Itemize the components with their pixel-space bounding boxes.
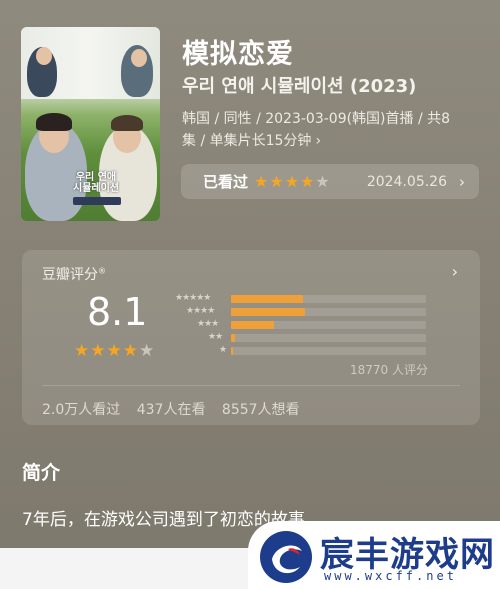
watermark-logo-icon [260,531,312,583]
star-filled-icon: ★ [90,341,106,361]
star-filled-icon: ★ [74,341,90,361]
rating-bar-fill [231,321,274,329]
rating-bar-track [231,334,426,342]
movie-meta[interactable]: 韩国 / 同性 / 2023-03-09(韩国)首播 / 共8 集 / 单集片长… [182,108,482,152]
movie-title: 模拟恋爱 [182,39,294,70]
rating-count: 18770 人评分 [350,363,428,377]
stat-watching[interactable]: 437人在看 [137,402,206,418]
star-filled-icon: ★ [284,171,300,191]
movie-original-title: 우리 연애 시뮬레이션 (2023) [182,76,417,97]
meta-line-2: 集 / 单集片长15分钟 [182,133,312,149]
rating-bar-track [231,308,426,316]
intro-heading: 简介 [22,462,61,484]
star-filled-icon: ★ [300,171,315,191]
watermark: 宸丰游戏网 www.wxcff.net [248,521,500,589]
my-rating-bar[interactable]: 已看过 ★ ★ ★ ★ ★ 2024.05.26 › [181,164,479,199]
rating-bar-fill [231,334,235,342]
rating-bar-fill [231,295,304,303]
star-empty-icon: ★ [139,341,155,361]
rating-bar-fill [231,347,233,355]
rating-bar-track [231,295,426,303]
poster-face [131,49,147,67]
rating-card-title: 豆瓣评分® [42,266,106,283]
star-empty-icon: ★ [315,171,330,191]
rating-bar-fill [231,308,306,316]
stat-want-to-watch[interactable]: 8557人想看 [222,402,300,418]
star-filled-icon: ★ [254,171,269,191]
poster-hair [111,115,143,131]
rating-bar-label: ★★★★★ [175,293,211,303]
rating-bar-track [231,321,426,329]
poster-face [36,47,52,65]
rating-bar-label: ★★★ [197,319,219,329]
rating-bar-label: ★★★★ [186,306,215,316]
watermark-url: www.wxcff.net [324,569,457,583]
rating-bar-label: ★ [219,345,227,355]
chevron-right-icon: › [459,172,465,191]
rating-score-stars: ★ ★ ★ ★ ★ [74,341,155,361]
rating-bar-1-star: ★ [172,345,428,358]
watch-stats: 2.0万人看过 437人在看 8557人想看 [42,399,312,419]
chevron-right-icon: › [315,133,322,149]
my-rating-stars: ★ ★ ★ ★ ★ [254,171,330,191]
star-filled-icon: ★ [122,341,138,361]
rating-bar-2-star: ★★ [172,332,428,345]
rating-bar-3-star: ★★★ [172,319,428,332]
watched-label: 已看过 [203,173,249,191]
rating-bar-label: ★★ [208,332,223,342]
rating-distribution: ★★★★★ ★★★★ ★★★ ★★ ★ [172,293,428,358]
poster-hair [36,113,72,131]
star-filled-icon: ★ [269,171,284,191]
meta-line-1: 韩国 / 同性 / 2023-03-09(韩国)首播 / 共8 [182,111,451,127]
star-filled-icon: ★ [106,341,122,361]
chevron-right-icon[interactable]: › [452,262,458,281]
rating-bar-4-star: ★★★★ [172,306,428,319]
divider [42,385,460,386]
rating-bar-track [231,347,426,355]
watched-date: 2024.05.26 [366,173,447,190]
poster-image[interactable]: 우리 연애 시뮬레이션 [21,27,160,221]
rating-score: 8.1 [87,290,148,334]
rating-bar-5-star: ★★★★★ [172,293,428,306]
poster-subtitle-logo [73,197,121,205]
douban-rating-card[interactable]: 豆瓣评分® › 8.1 ★ ★ ★ ★ ★ ★★★★★ ★★★★ ★★★ ★★ ★ 18770 … [22,250,480,425]
poster-title-logo: 우리 연애 시뮬레이션 [73,172,119,194]
stat-watched[interactable]: 2.0万人看过 [42,402,120,418]
